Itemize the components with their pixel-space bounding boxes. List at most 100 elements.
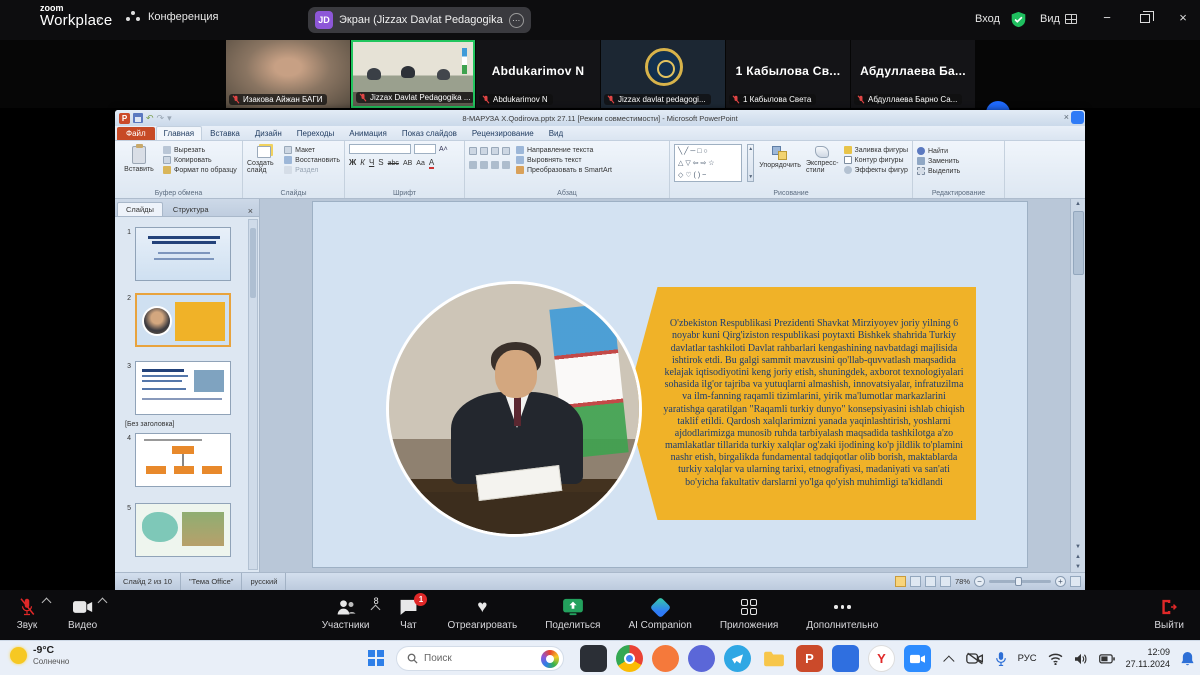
clock[interactable]: 12:09 27.11.2024 [1126, 647, 1170, 670]
format-painter-button[interactable]: Формат по образцу [163, 166, 237, 174]
app-orange-icon[interactable] [652, 645, 679, 672]
font-size-select[interactable] [414, 144, 436, 154]
cut-button[interactable]: Вырезать [163, 146, 237, 154]
font-color-button[interactable]: А [429, 158, 434, 169]
mic-tray-icon[interactable] [995, 651, 1007, 667]
bullets-icon[interactable] [469, 147, 477, 155]
smartart-button[interactable]: Преобразовать в SmartArt [516, 166, 612, 174]
copy-button[interactable]: Копировать [163, 156, 237, 164]
arrange-button[interactable]: Упорядочить [759, 144, 801, 188]
shapes-gallery-scroll[interactable]: ▲▼ [747, 144, 754, 182]
camera-off-tray-icon[interactable] [966, 652, 984, 665]
participants-button[interactable]: 8 Участники [322, 597, 370, 631]
strikethrough-button[interactable]: abc [388, 160, 399, 167]
list-buttons[interactable] [469, 147, 510, 155]
shape-effects-button[interactable]: Эффекты фигур [844, 166, 908, 174]
taskbar-app-dark-icon[interactable] [580, 645, 607, 672]
grow-font-button[interactable]: A˄ [439, 146, 448, 153]
panel-scrollbar[interactable] [248, 219, 258, 570]
tab-file[interactable]: Файл [117, 127, 155, 140]
panel-close-icon[interactable]: × [248, 206, 259, 216]
underline-button[interactable]: Ч [369, 158, 374, 167]
align-right-icon[interactable] [491, 161, 499, 169]
next-slide-icon[interactable]: ▼ [1075, 562, 1081, 572]
previous-slide-icon[interactable]: ▲ [1075, 552, 1081, 562]
line-spacing-icon[interactable] [502, 147, 510, 155]
scroll-down-icon[interactable]: ▼ [1075, 542, 1081, 552]
app-violet-icon[interactable] [688, 645, 715, 672]
shapes-gallery[interactable]: ╲ ╱ ─ □ ○ △ ▽ ⇦ ⇨ ☆ ◇ ♡ ( ) ~ [674, 144, 742, 182]
replace-button[interactable]: Заменить [917, 157, 1000, 165]
zoom-slider[interactable] [989, 580, 1051, 583]
slide-5-preview[interactable] [135, 503, 231, 557]
change-case-button[interactable]: Аа [416, 160, 425, 167]
ppt-close-icon[interactable]: × [1064, 112, 1069, 122]
security-shield-icon[interactable] [1010, 11, 1027, 28]
slide-thumbnail-3[interactable]: 3 [123, 361, 231, 415]
indent-icon[interactable] [491, 147, 499, 155]
telegram-icon[interactable] [724, 645, 751, 672]
italic-button[interactable]: К [360, 158, 365, 167]
tab-more-icon[interactable]: ⋯ [509, 13, 524, 28]
hidden-icons-chevron[interactable] [943, 655, 954, 666]
react-button[interactable]: ♥ Отреагировать [447, 597, 517, 631]
scroll-up-icon[interactable]: ▲ [1075, 199, 1081, 209]
folder-icon[interactable] [760, 645, 787, 672]
overlay-blue-icon[interactable] [1071, 111, 1084, 124]
signin-button[interactable]: Вход [975, 13, 1000, 25]
wifi-icon[interactable] [1048, 653, 1063, 665]
browser-chrome-icon[interactable] [616, 645, 643, 672]
view-button[interactable]: Вид [1040, 13, 1077, 25]
weather-widget[interactable]: -9°C Солнечно [10, 645, 69, 666]
participant-tile[interactable]: Изакова Айжан БАГИ [226, 40, 350, 108]
tab-view[interactable]: Вид [542, 127, 570, 140]
shape-outline-button[interactable]: Контур фигуры [844, 156, 908, 164]
slide-thumbnail-5[interactable]: 5 [123, 503, 231, 557]
slideshow-view-button[interactable] [940, 576, 951, 587]
restore-button[interactable] [1140, 14, 1150, 23]
slide-text-shape[interactable]: O'zbekiston Respublikasi Prezidenti Shav… [626, 287, 976, 520]
apps-button[interactable]: Приложения [720, 597, 779, 631]
fit-to-window-button[interactable] [1070, 576, 1081, 587]
slide-3-preview[interactable] [135, 361, 231, 415]
slide-thumbnail-4[interactable]: 4 [123, 433, 231, 487]
shadow-button[interactable]: S [378, 158, 383, 167]
slide-thumbnail-1[interactable]: 1 [123, 227, 231, 281]
align-buttons[interactable] [469, 161, 510, 169]
participant-tile[interactable]: Jizzax davlat pedagogi... [601, 40, 725, 108]
tab-home[interactable]: Главная [156, 126, 202, 140]
slide-vertical-scrollbar[interactable]: ▲ ▼ ▲ ▼ [1070, 199, 1085, 572]
powerpoint-taskbar-icon[interactable]: P [796, 645, 823, 672]
numbering-icon[interactable] [480, 147, 488, 155]
app-blue-tile-icon[interactable] [832, 645, 859, 672]
ai-companion-button[interactable]: AI Companion [628, 597, 691, 631]
slide-1-preview[interactable] [135, 227, 231, 281]
panel-tab-outline[interactable]: Структура [165, 203, 217, 216]
tab-screen-share[interactable]: JD Экран (Jizzax Davlat Pedagogika ⋯ [308, 7, 531, 33]
section-button[interactable]: Раздел [284, 166, 340, 174]
language-indicator[interactable]: РУС [1018, 653, 1037, 664]
participant-tile[interactable]: Абдуллаева Ба... Абдуллаева Барно Са... [851, 40, 975, 108]
slide-sorter-view-button[interactable] [910, 576, 921, 587]
tab-slideshow[interactable]: Показ слайдов [395, 127, 464, 140]
slide-2-preview[interactable] [135, 293, 231, 347]
font-name-select[interactable] [349, 144, 411, 154]
president-photo[interactable] [389, 284, 639, 534]
share-screen-button[interactable]: Поделиться [545, 597, 600, 631]
yandex-browser-icon[interactable]: Y [868, 645, 895, 672]
reading-view-button[interactable] [925, 576, 936, 587]
text-direction-button[interactable]: Направление текста [516, 146, 612, 154]
quick-styles-button[interactable]: Экспресс-стили [806, 144, 839, 188]
layout-button[interactable]: Макет [284, 146, 340, 154]
zoom-app-icon[interactable] [904, 645, 931, 672]
shape-fill-button[interactable]: Заливка фигуры [844, 146, 908, 154]
tab-animations[interactable]: Анимация [342, 127, 394, 140]
align-text-button[interactable]: Выровнять текст [516, 156, 612, 164]
language-indicator[interactable]: русский [242, 573, 286, 590]
find-button[interactable]: Найти [917, 147, 1000, 155]
align-left-icon[interactable] [469, 161, 477, 169]
bold-button[interactable]: Ж [349, 158, 356, 167]
slide-canvas[interactable]: O'zbekiston Respublikasi Prezidenti Shav… [312, 201, 1028, 568]
chevron-down-icon[interactable]: ˅ [96, 15, 102, 26]
tab-review[interactable]: Рецензирование [465, 127, 541, 140]
